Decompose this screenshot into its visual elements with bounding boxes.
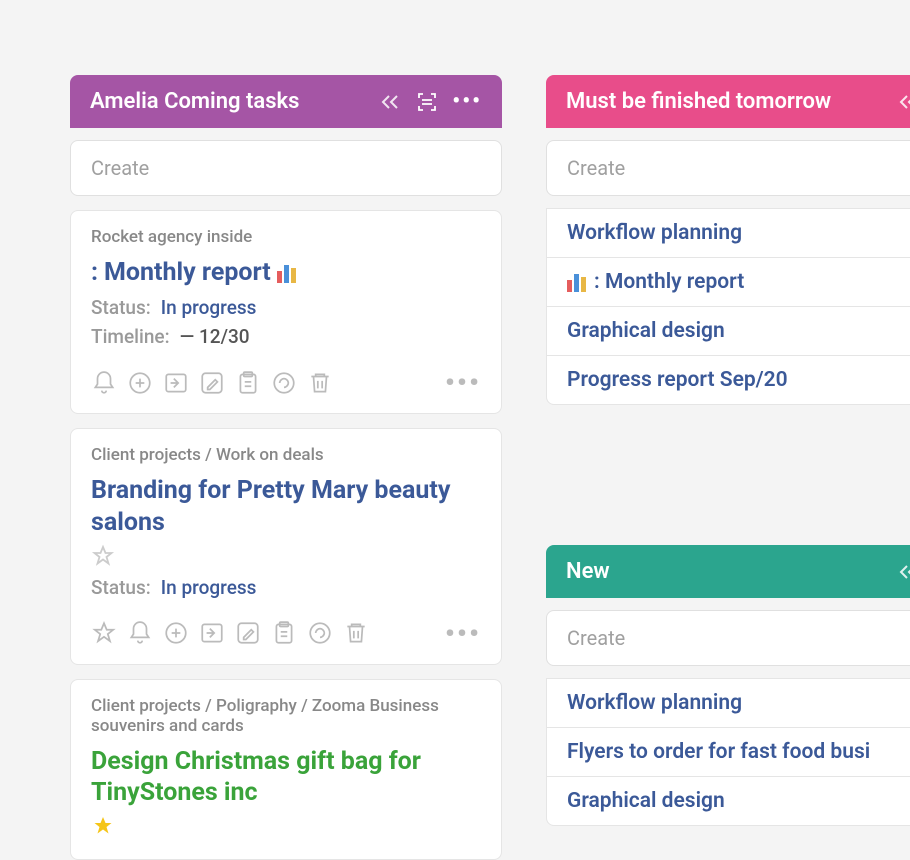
status-value: In progress (161, 576, 257, 599)
add-icon[interactable] (163, 620, 189, 646)
edit-icon[interactable] (235, 620, 261, 646)
move-icon[interactable] (199, 620, 225, 646)
list-item[interactable]: Workflow planning (546, 678, 910, 728)
column-new: New Create Workflow planning Flyers to o… (546, 545, 910, 826)
list-item[interactable]: : Monthly report (546, 258, 910, 307)
card-more-icon[interactable]: ••• (445, 366, 481, 399)
star-icon[interactable] (91, 814, 115, 846)
chart-icon (567, 272, 586, 292)
card-path: Rocket agency inside (91, 227, 481, 247)
more-icon[interactable]: ••• (452, 89, 482, 114)
status-label: Status: (91, 576, 151, 599)
star-icon[interactable] (91, 544, 115, 568)
timeline-value: — 12/30 (180, 325, 250, 348)
timeline-label: Timeline: (91, 325, 170, 348)
trash-icon[interactable] (307, 370, 333, 396)
card-more-icon[interactable]: ••• (445, 617, 481, 650)
add-icon[interactable] (127, 370, 153, 396)
card-title: Branding for Pretty Mary beauty salons (91, 475, 481, 568)
column-header: Amelia Coming tasks ••• (70, 75, 502, 128)
clipboard-icon[interactable] (271, 620, 297, 646)
column-header: New (546, 545, 910, 598)
status-value: In progress (161, 296, 257, 319)
collapse-icon[interactable] (898, 563, 910, 581)
card-title: Design Christmas gift bag for TinyStones… (91, 746, 481, 847)
status-label: Status: (91, 296, 151, 319)
task-card[interactable]: Client projects / Work on deals Branding… (70, 428, 502, 665)
column-title: Must be finished tomorrow (566, 89, 831, 114)
star-icon[interactable] (91, 620, 117, 646)
create-input[interactable]: Create (70, 140, 502, 196)
column-coming-tasks: Amelia Coming tasks ••• Create Rocket ag… (70, 75, 502, 860)
collapse-icon[interactable] (898, 93, 910, 111)
collapse-icon[interactable] (380, 93, 402, 111)
list-item[interactable]: Progress report Sep/20 (546, 356, 910, 405)
list-item[interactable]: Workflow planning (546, 208, 910, 258)
task-card[interactable]: Client projects / Poligraphy / Zooma Bus… (70, 679, 502, 860)
list-item[interactable]: Graphical design (546, 777, 910, 826)
card-title: : Monthly report (91, 257, 481, 288)
scan-icon[interactable] (416, 91, 438, 113)
column-header: Must be finished tomorrow (546, 75, 910, 128)
create-input[interactable]: Create (546, 610, 910, 666)
task-card[interactable]: Rocket agency inside : Monthly report St… (70, 210, 502, 414)
bell-icon[interactable] (127, 620, 153, 646)
move-icon[interactable] (163, 370, 189, 396)
list-item[interactable]: Graphical design (546, 307, 910, 356)
column-must-finish: Must be finished tomorrow Create Workflo… (546, 75, 910, 405)
edit-icon[interactable] (199, 370, 225, 396)
trash-icon[interactable] (343, 620, 369, 646)
refresh-icon[interactable] (307, 620, 333, 646)
chart-icon (277, 263, 296, 283)
bell-icon[interactable] (91, 370, 117, 396)
column-title: New (566, 559, 610, 584)
list-item[interactable]: Flyers to order for fast food busi (546, 728, 910, 777)
create-input[interactable]: Create (546, 140, 910, 196)
card-path: Client projects / Poligraphy / Zooma Bus… (91, 696, 481, 736)
clipboard-icon[interactable] (235, 370, 261, 396)
refresh-icon[interactable] (271, 370, 297, 396)
column-title: Amelia Coming tasks (90, 89, 299, 114)
card-path: Client projects / Work on deals (91, 445, 481, 465)
